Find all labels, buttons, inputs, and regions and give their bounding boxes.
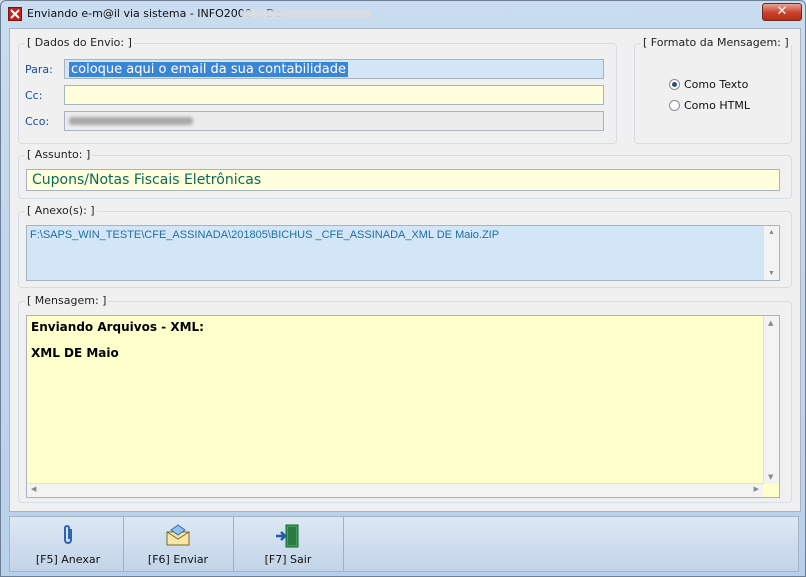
scroll-down-icon[interactable]: ▼	[768, 473, 773, 481]
formato-label: [ Formato da Mensagem: ]	[641, 36, 791, 49]
dados-envio-label: [ Dados do Envio: ]	[25, 36, 134, 49]
radio-como-html[interactable]: Como HTML	[669, 99, 750, 112]
scroll-down-icon[interactable]: ▼	[768, 270, 775, 277]
anexar-label: [F5] Anexar	[35, 553, 101, 566]
redacted-sender	[241, 10, 371, 18]
form-body: [ Dados do Envio: ] Para: coloque aqui o…	[9, 28, 801, 512]
cco-input[interactable]	[64, 111, 604, 131]
anexo-field[interactable]: F:\SAPS_WIN_TESTE\CFE_ASSINADA\201805\BI…	[26, 225, 780, 281]
mensagem-label: [ Mensagem: ]	[25, 294, 109, 307]
radio-unselected-icon	[669, 99, 680, 111]
para-value: coloque aqui o email da sua contabilidad…	[69, 62, 348, 77]
enviar-button[interactable]: [F6] Enviar	[123, 517, 234, 571]
paperclip-icon	[60, 523, 76, 551]
para-label: Para:	[25, 63, 53, 76]
bottom-toolbar: [F5] Anexar [F6] Enviar [F7] Sair	[9, 516, 799, 572]
redacted-cco	[69, 117, 193, 125]
anexo-scrollbar[interactable]: ▲ ▼	[763, 226, 779, 280]
formato-group: [ Formato da Mensagem: ] Como Texto Como…	[634, 36, 792, 144]
dados-envio-group: [ Dados do Envio: ] Para: coloque aqui o…	[18, 36, 617, 144]
enviar-label: [F6] Enviar	[147, 553, 209, 566]
exit-door-icon	[274, 523, 302, 553]
scroll-up-icon[interactable]: ▲	[768, 229, 775, 236]
mensagem-hscrollbar[interactable]: ◀ ▶	[27, 483, 763, 497]
mensagem-line-2: XML DE Maio	[31, 346, 119, 360]
radio-como-html-label: Como HTML	[684, 99, 750, 112]
scroll-left-icon[interactable]: ◀	[31, 485, 36, 493]
anexar-button[interactable]: [F5] Anexar	[13, 517, 124, 571]
assunto-label: [ Assunto: ]	[25, 148, 93, 161]
assunto-input[interactable]: Cupons/Notas Fiscais Eletrônicas	[26, 169, 780, 191]
app-icon	[8, 7, 22, 21]
title-bar: Enviando e-m@il via sistema - INFO2000 :…	[1, 1, 805, 27]
sair-button[interactable]: [F7] Sair	[233, 517, 344, 571]
mensagem-textarea[interactable]: Enviando Arquivos - XML: XML DE Maio ▲ ▼…	[26, 315, 780, 498]
assunto-group: [ Assunto: ] Cupons/Notas Fiscais Eletrô…	[18, 148, 792, 199]
sair-label: [F7] Sair	[264, 553, 312, 566]
scroll-right-icon[interactable]: ▶	[754, 485, 759, 493]
cc-input[interactable]	[64, 85, 604, 105]
mensagem-group: [ Mensagem: ] Enviando Arquivos - XML: X…	[18, 294, 792, 503]
close-button[interactable]: ✕	[762, 3, 802, 21]
email-window: Enviando e-m@il via sistema - INFO2000 :…	[0, 0, 806, 577]
para-input[interactable]: coloque aqui o email da sua contabilidad…	[64, 59, 604, 79]
anexo-group: [ Anexo(s): ] F:\SAPS_WIN_TESTE\CFE_ASSI…	[18, 204, 792, 288]
mensagem-line-1: Enviando Arquivos - XML:	[31, 320, 204, 334]
radio-selected-icon	[669, 78, 680, 90]
cco-label: Cco:	[25, 115, 50, 128]
envelope-icon	[165, 523, 191, 551]
radio-como-texto[interactable]: Como Texto	[669, 78, 748, 91]
cc-label: Cc:	[25, 89, 43, 102]
mensagem-vscrollbar[interactable]: ▲ ▼	[763, 316, 779, 484]
anexo-label: [ Anexo(s): ]	[25, 204, 97, 217]
anexo-path: F:\SAPS_WIN_TESTE\CFE_ASSINADA\201805\BI…	[30, 229, 500, 241]
scroll-up-icon[interactable]: ▲	[768, 319, 773, 327]
radio-como-texto-label: Como Texto	[684, 78, 749, 91]
